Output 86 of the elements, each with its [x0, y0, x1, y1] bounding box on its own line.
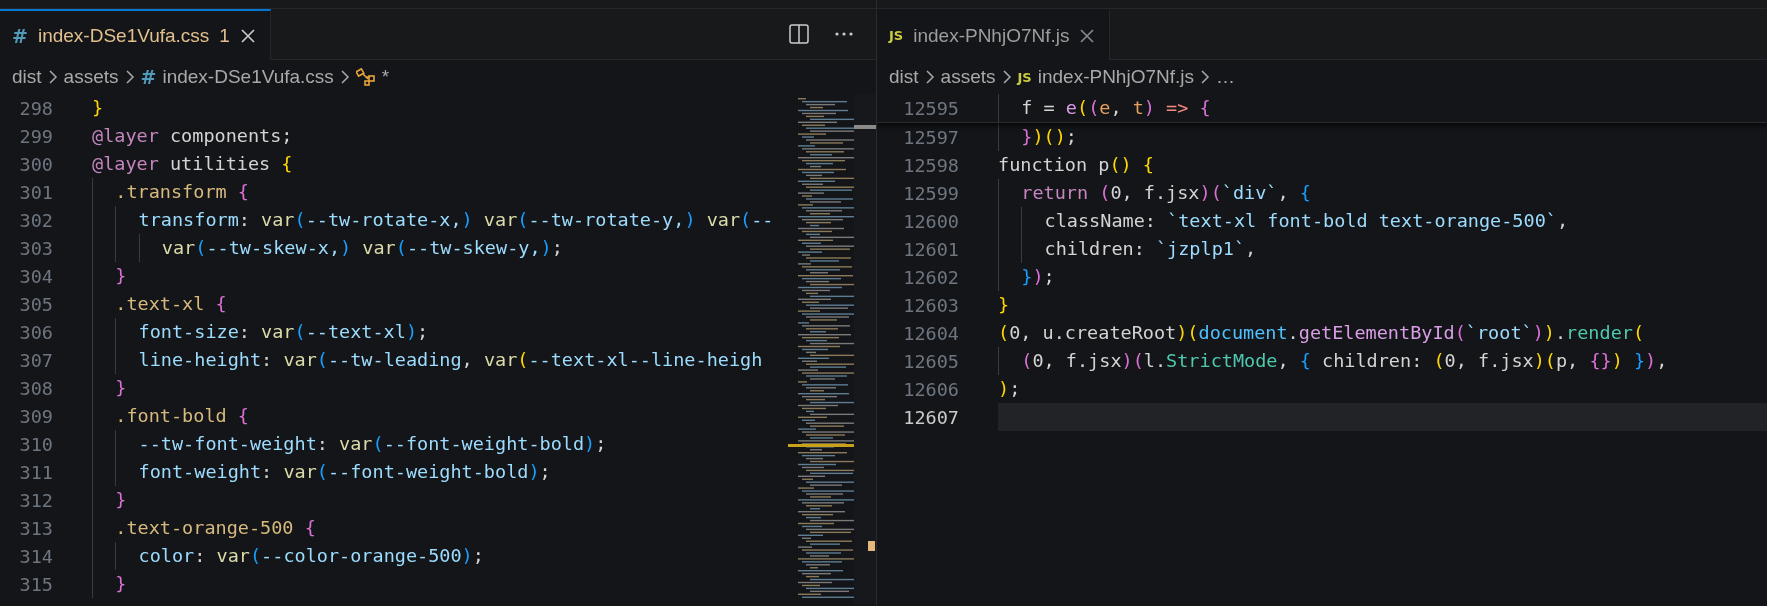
line-number: 12598 [902, 154, 960, 176]
line-number: 309 [18, 405, 54, 427]
tab-label: index-DSe1Vufa.css [37, 24, 210, 47]
symbol-icon [355, 68, 376, 86]
line-number: 302 [18, 209, 54, 231]
breadcrumb-item[interactable]: assets [940, 66, 996, 88]
close-icon[interactable] [1079, 27, 1096, 44]
line-number: 12599 [902, 182, 960, 204]
code-line: @layer utilities { [92, 152, 293, 176]
split-editor-icon[interactable] [786, 21, 812, 47]
breadcrumb-item[interactable]: * [381, 66, 390, 88]
line-number: 12605 [902, 350, 960, 372]
code-line: .font-bold { [92, 402, 249, 430]
breadcrumb-item[interactable]: dist [12, 66, 42, 88]
line-number: 304 [18, 265, 54, 287]
line-number: 306 [18, 321, 54, 343]
code-line: } [92, 486, 127, 514]
editor-tab[interactable]: JS index-PNhjO7Nf.js [877, 9, 1111, 60]
breadcrumb-item[interactable]: assets [63, 66, 119, 88]
breadcrumb-item[interactable]: dist [889, 66, 919, 88]
code-line: } [92, 96, 104, 120]
code-line: }); [998, 263, 1055, 291]
code-line: font-weight: var(--font-weight-bold); [92, 458, 551, 486]
line-number: 311 [18, 461, 54, 483]
breadcrumb-item[interactable]: index-DSe1Vufa.css [162, 66, 334, 88]
chevron-icon [47, 69, 58, 85]
line-number: 300 [18, 153, 54, 175]
line-number: 12604 [902, 322, 960, 344]
line-number: 298 [18, 97, 54, 119]
line-number: 299 [18, 125, 54, 147]
code-line: function p() { [998, 153, 1154, 177]
line-number: 12600 [902, 210, 960, 232]
code-line: } [92, 374, 127, 402]
line-number: 313 [18, 517, 54, 539]
code-line: className: `text-xl font-bold text-orange-500`, [998, 207, 1569, 235]
code-line: .text-orange-500 { [92, 514, 316, 542]
close-icon[interactable] [239, 27, 256, 44]
line-number: 308 [18, 377, 54, 399]
line-number: 314 [18, 545, 54, 567]
code-line: transform: var(--tw-rotate-x,) var(--tw-rotate-y,) var(-- [92, 206, 774, 234]
breadcrumb-item[interactable]: … [1216, 66, 1235, 88]
line-number: 12606 [902, 378, 960, 400]
code-line: children: `jzplp1`, [998, 235, 1257, 263]
code-line: } [998, 293, 1010, 317]
chevron-icon [1200, 69, 1210, 85]
code-line: } [92, 570, 127, 598]
editor-tab[interactable]: # index-DSe1Vufa.css 1 [0, 9, 271, 60]
line-number: 12597 [902, 126, 960, 148]
chevron-icon [124, 69, 135, 85]
line-number: 12607 [902, 406, 960, 428]
file-type-icon: # [140, 66, 157, 88]
line-number: 312 [18, 489, 54, 511]
line-number: 301 [18, 181, 54, 203]
line-number: 315 [18, 573, 54, 595]
breadcrumb-item[interactable]: index-PNhjO7Nf.js [1037, 66, 1194, 88]
code-line: })(); [998, 123, 1077, 151]
code-line: return (0, f.jsx)(`div`, { [998, 179, 1311, 207]
file-type-icon: # [12, 24, 28, 47]
line-number: 12602 [902, 266, 960, 288]
code-line: --tw-font-weight: var(--font-weight-bold); [92, 430, 607, 458]
code-line: .text-xl { [92, 290, 227, 318]
line-number: 305 [18, 293, 54, 315]
file-type-icon: JS [889, 28, 904, 43]
code-line: ); [998, 377, 1021, 401]
code-line: line-height: var(--tw-leading, var(--text-xl--line-heigh [92, 346, 763, 374]
chevron-icon [1001, 69, 1012, 85]
tab-label: index-PNhjO7Nf.js [913, 24, 1070, 47]
code-line: @layer components; [92, 124, 293, 148]
code-line: } [92, 262, 127, 290]
file-type-icon: JS [1017, 69, 1032, 85]
code-line: (0, u.createRoot)(document.getElementById(`root`)).render( [998, 321, 1645, 345]
code-line: var(--tw-skew-x,) var(--tw-skew-y,); [92, 234, 563, 262]
line-number: 12601 [902, 238, 960, 260]
code-line: .transform { [92, 178, 249, 206]
code-line: color: var(--color-orange-500); [92, 542, 484, 570]
line-number: 12595 [902, 97, 960, 119]
chevron-icon [924, 69, 935, 85]
chevron-icon [339, 69, 350, 85]
line-number: 307 [18, 349, 54, 371]
problem-count: 1 [219, 24, 230, 47]
code-line: font-size: var(--text-xl); [92, 318, 429, 346]
line-number: 303 [18, 237, 54, 259]
code-line: (0, f.jsx)(l.StrictMode, { children: (0, f.jsx)(p, {}) }), [998, 347, 1668, 375]
line-number: 12603 [902, 294, 960, 316]
code-line: f = e((e, t) => { [998, 94, 1211, 122]
line-number: 310 [18, 433, 54, 455]
